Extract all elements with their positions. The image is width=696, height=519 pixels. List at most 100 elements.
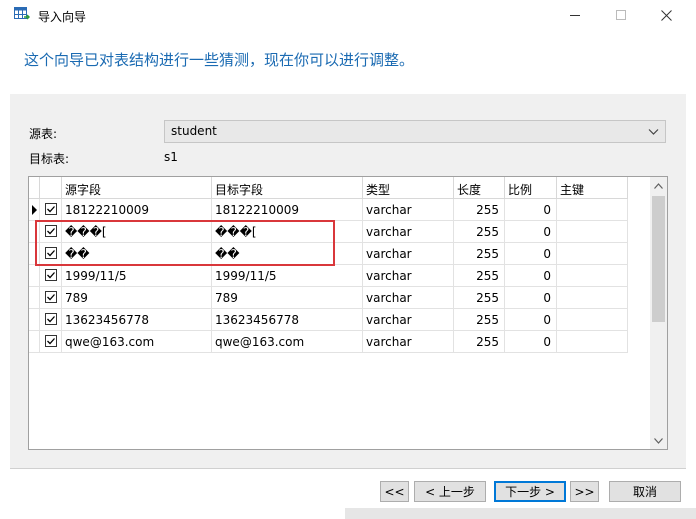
- source-field-cell[interactable]: 789: [62, 287, 212, 309]
- chevron-down-icon: [654, 437, 663, 444]
- length-cell[interactable]: 255: [454, 221, 505, 243]
- scroll-down-button[interactable]: [650, 432, 667, 449]
- scale-cell[interactable]: 0: [505, 243, 557, 265]
- column-header-scale[interactable]: 比例: [505, 177, 557, 199]
- primary-key-cell[interactable]: [557, 309, 628, 331]
- primary-key-cell[interactable]: [557, 287, 628, 309]
- table-row[interactable]: 1999/11/5 1999/11/5 varchar 255 0: [29, 265, 628, 287]
- column-header-length[interactable]: 长度: [454, 177, 505, 199]
- row-indicator[interactable]: [29, 331, 40, 353]
- title-bar: 导入向导: [0, 0, 696, 30]
- include-field-cell: [40, 265, 62, 287]
- minimize-icon: [570, 15, 580, 16]
- checkmark-icon: [47, 338, 55, 345]
- length-cell[interactable]: 255: [454, 287, 505, 309]
- last-step-button[interactable]: >>: [570, 481, 599, 502]
- source-field-cell[interactable]: qwe@163.com: [62, 331, 212, 353]
- scale-cell[interactable]: 0: [505, 221, 557, 243]
- type-cell[interactable]: varchar: [363, 243, 454, 265]
- primary-key-cell[interactable]: [557, 331, 628, 353]
- target-field-cell[interactable]: 1999/11/5: [212, 265, 363, 287]
- footer-divider: [10, 468, 686, 469]
- table-import-icon: [14, 7, 31, 22]
- length-cell[interactable]: 255: [454, 331, 505, 353]
- type-cell[interactable]: varchar: [363, 331, 454, 353]
- column-header-primary-key[interactable]: 主键: [557, 177, 628, 199]
- target-field-cell[interactable]: 18122210009: [212, 199, 363, 221]
- include-field-cell: [40, 331, 62, 353]
- cancel-button[interactable]: 取消: [609, 481, 681, 502]
- highlight-annotation: [35, 220, 335, 266]
- row-indicator-header: [29, 177, 40, 199]
- primary-key-cell[interactable]: [557, 221, 628, 243]
- scale-cell[interactable]: 0: [505, 331, 557, 353]
- target-field-cell[interactable]: 13623456778: [212, 309, 363, 331]
- field-mapping-grid[interactable]: 源字段 目标字段 类型 长度 比例 主键 18122210009 18122210…: [28, 176, 668, 450]
- scale-cell[interactable]: 0: [505, 309, 557, 331]
- row-indicator[interactable]: [29, 265, 40, 287]
- type-cell[interactable]: varchar: [363, 309, 454, 331]
- checkmark-icon: [47, 316, 55, 323]
- maximize-icon: [616, 10, 626, 20]
- minimize-button[interactable]: [552, 0, 598, 30]
- type-cell[interactable]: varchar: [363, 199, 454, 221]
- primary-key-cell[interactable]: [557, 199, 628, 221]
- scale-cell[interactable]: 0: [505, 265, 557, 287]
- row-indicator[interactable]: [29, 199, 40, 221]
- checkbox-header: [40, 177, 62, 199]
- target-field-cell[interactable]: qwe@163.com: [212, 331, 363, 353]
- type-cell[interactable]: varchar: [363, 265, 454, 287]
- type-cell[interactable]: varchar: [363, 221, 454, 243]
- wizard-instruction: 这个向导已对表结构进行一些猜测，现在你可以进行调整。: [24, 51, 415, 69]
- scrollbar-thumb[interactable]: [652, 196, 665, 322]
- source-table-select[interactable]: student: [164, 120, 666, 143]
- source-field-cell[interactable]: 1999/11/5: [62, 265, 212, 287]
- length-cell[interactable]: 255: [454, 243, 505, 265]
- window-edge: [345, 508, 696, 519]
- include-field-checkbox[interactable]: [45, 313, 57, 325]
- length-cell[interactable]: 255: [454, 265, 505, 287]
- source-table-label: 源表:: [29, 127, 58, 141]
- close-icon: [660, 9, 672, 21]
- vertical-scrollbar[interactable]: [650, 177, 667, 449]
- target-table-value: s1: [164, 150, 178, 164]
- column-header-source-field[interactable]: 源字段: [62, 177, 212, 199]
- table-row[interactable]: 18122210009 18122210009 varchar 255 0: [29, 199, 628, 221]
- table-row[interactable]: 13623456778 13623456778 varchar 255 0: [29, 309, 628, 331]
- first-step-button[interactable]: <<: [380, 481, 409, 502]
- column-header-type[interactable]: 类型: [363, 177, 454, 199]
- target-field-cell[interactable]: 789: [212, 287, 363, 309]
- scale-cell[interactable]: 0: [505, 199, 557, 221]
- source-field-cell[interactable]: 13623456778: [62, 309, 212, 331]
- primary-key-cell[interactable]: [557, 265, 628, 287]
- previous-button[interactable]: < 上一步: [414, 481, 486, 502]
- include-field-checkbox[interactable]: [45, 203, 57, 215]
- include-field-cell: [40, 199, 62, 221]
- maximize-button[interactable]: [598, 0, 644, 30]
- column-header-target-field[interactable]: 目标字段: [212, 177, 363, 199]
- length-cell[interactable]: 255: [454, 199, 505, 221]
- length-cell[interactable]: 255: [454, 309, 505, 331]
- scale-cell[interactable]: 0: [505, 287, 557, 309]
- close-button[interactable]: [643, 0, 689, 30]
- next-button[interactable]: 下一步 >: [494, 481, 566, 502]
- row-indicator[interactable]: [29, 287, 40, 309]
- primary-key-cell[interactable]: [557, 243, 628, 265]
- scroll-up-button[interactable]: [650, 177, 667, 194]
- include-field-checkbox[interactable]: [45, 335, 57, 347]
- current-row-pointer-icon: [32, 205, 37, 215]
- type-cell[interactable]: varchar: [363, 287, 454, 309]
- include-field-checkbox[interactable]: [45, 291, 57, 303]
- table-row[interactable]: 789 789 varchar 255 0: [29, 287, 628, 309]
- source-table-value: student: [171, 124, 217, 138]
- checkmark-icon: [47, 272, 55, 279]
- include-field-cell: [40, 309, 62, 331]
- source-field-cell[interactable]: 18122210009: [62, 199, 212, 221]
- include-field-cell: [40, 287, 62, 309]
- window-title: 导入向导: [38, 10, 87, 24]
- include-field-checkbox[interactable]: [45, 269, 57, 281]
- table-row[interactable]: qwe@163.com qwe@163.com varchar 255 0: [29, 331, 628, 353]
- chevron-down-icon: [648, 129, 659, 135]
- target-table-label: 目标表:: [29, 152, 70, 166]
- row-indicator[interactable]: [29, 309, 40, 331]
